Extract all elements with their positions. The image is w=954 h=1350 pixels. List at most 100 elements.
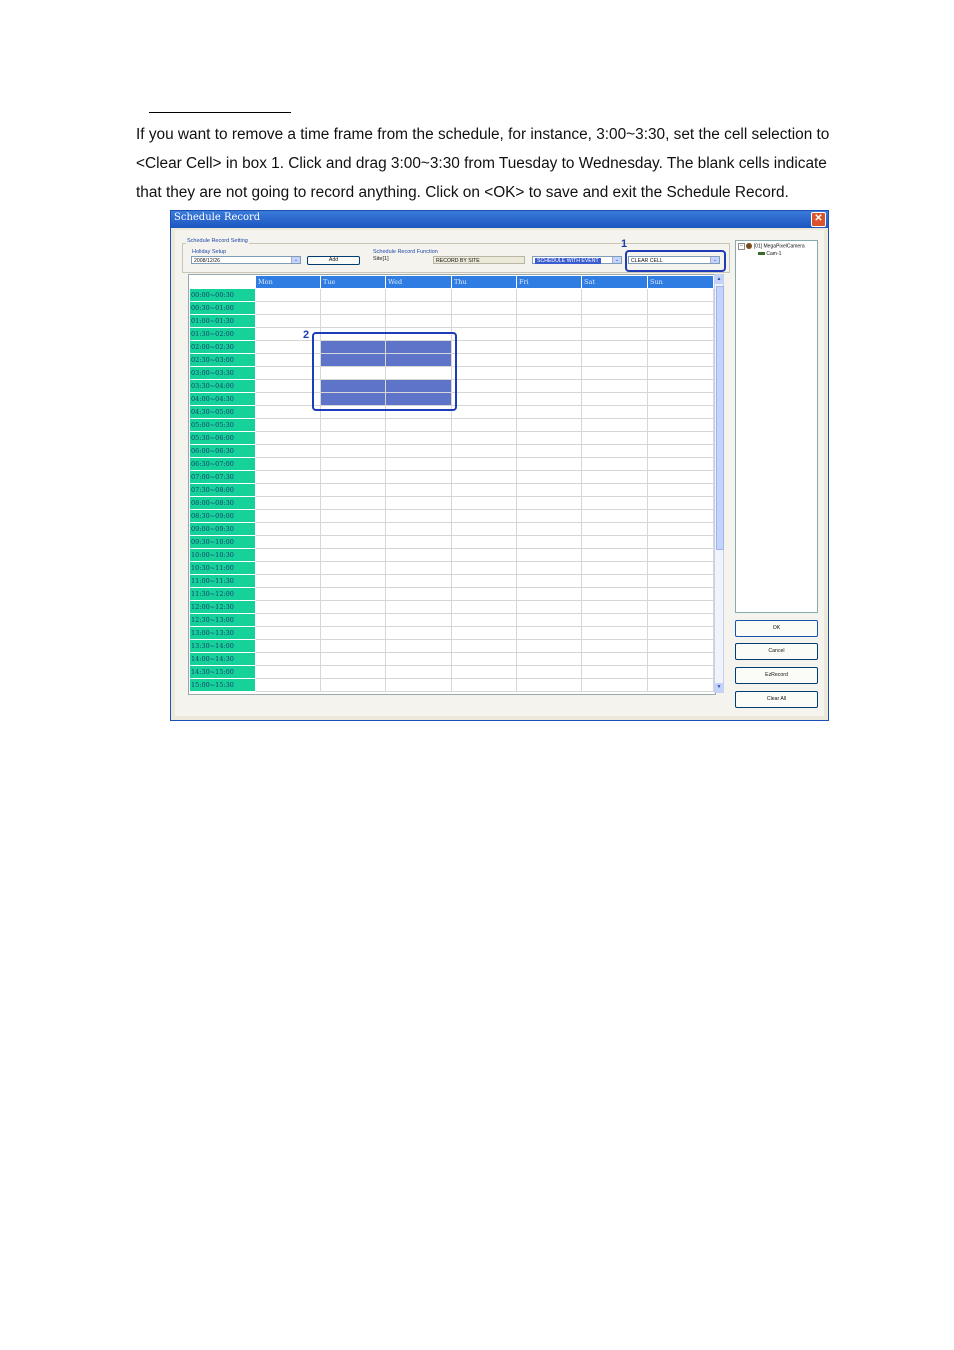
schedule-cell[interactable] bbox=[581, 639, 648, 653]
schedule-cell[interactable] bbox=[581, 366, 648, 380]
schedule-cell[interactable] bbox=[451, 665, 517, 679]
time-slot-label[interactable]: 14:30~15:00 bbox=[189, 665, 256, 679]
schedule-cell[interactable] bbox=[320, 561, 386, 575]
time-slot-label[interactable]: 05:00~05:30 bbox=[189, 418, 256, 432]
time-slot-label[interactable]: 11:00~11:30 bbox=[189, 574, 256, 588]
schedule-cell[interactable] bbox=[451, 678, 517, 692]
schedule-cell[interactable] bbox=[516, 457, 582, 471]
schedule-cell[interactable] bbox=[320, 418, 386, 432]
schedule-cell[interactable] bbox=[516, 678, 582, 692]
schedule-cell[interactable] bbox=[451, 600, 517, 614]
schedule-cell[interactable] bbox=[647, 652, 714, 666]
schedule-cell[interactable] bbox=[255, 340, 321, 354]
schedule-cell[interactable] bbox=[647, 600, 714, 614]
schedule-cell[interactable] bbox=[320, 509, 386, 523]
day-header[interactable]: Sat bbox=[581, 275, 648, 289]
schedule-cell[interactable] bbox=[385, 301, 452, 315]
time-slot-label[interactable]: 09:30~10:00 bbox=[189, 535, 256, 549]
ezrecord-button[interactable]: EzRecord bbox=[735, 667, 818, 684]
schedule-cell[interactable] bbox=[516, 301, 582, 315]
schedule-cell[interactable] bbox=[516, 353, 582, 367]
time-slot-label[interactable]: 09:00~09:30 bbox=[189, 522, 256, 536]
schedule-cell[interactable] bbox=[516, 522, 582, 536]
schedule-cell[interactable] bbox=[516, 574, 582, 588]
time-slot-label[interactable]: 05:30~06:00 bbox=[189, 431, 256, 445]
schedule-cell[interactable] bbox=[255, 405, 321, 419]
schedule-cell[interactable] bbox=[385, 288, 452, 302]
schedule-cell[interactable] bbox=[320, 496, 386, 510]
schedule-cell[interactable] bbox=[516, 548, 582, 562]
schedule-cell[interactable] bbox=[385, 522, 452, 536]
schedule-cell[interactable] bbox=[451, 483, 517, 497]
schedule-cell[interactable] bbox=[516, 587, 582, 601]
schedule-cell[interactable] bbox=[255, 470, 321, 484]
schedule-cell[interactable] bbox=[451, 431, 517, 445]
schedule-cell[interactable] bbox=[320, 678, 386, 692]
schedule-cell[interactable] bbox=[385, 470, 452, 484]
schedule-cell[interactable] bbox=[516, 392, 582, 406]
schedule-cell[interactable] bbox=[255, 548, 321, 562]
close-button[interactable]: ✕ bbox=[811, 212, 826, 227]
schedule-cell[interactable] bbox=[647, 327, 714, 341]
schedule-cell[interactable] bbox=[320, 548, 386, 562]
schedule-cell[interactable] bbox=[320, 522, 386, 536]
schedule-cell[interactable] bbox=[255, 327, 321, 341]
schedule-cell[interactable] bbox=[581, 405, 648, 419]
schedule-cell[interactable] bbox=[581, 483, 648, 497]
schedule-cell[interactable] bbox=[581, 509, 648, 523]
schedule-cell[interactable] bbox=[385, 496, 452, 510]
schedule-cell[interactable] bbox=[320, 639, 386, 653]
schedule-cell[interactable] bbox=[647, 574, 714, 588]
chevron-down-icon[interactable]: ⌄ bbox=[612, 257, 621, 263]
schedule-cell[interactable] bbox=[451, 444, 517, 458]
schedule-cell[interactable] bbox=[385, 431, 452, 445]
schedule-cell[interactable] bbox=[320, 626, 386, 640]
schedule-cell[interactable] bbox=[255, 613, 321, 627]
schedule-cell[interactable] bbox=[581, 444, 648, 458]
schedule-cell[interactable] bbox=[320, 587, 386, 601]
schedule-cell[interactable] bbox=[255, 418, 321, 432]
schedule-cell[interactable] bbox=[255, 392, 321, 406]
schedule-cell[interactable] bbox=[320, 288, 386, 302]
time-slot-label[interactable]: 01:30~02:00 bbox=[189, 327, 256, 341]
schedule-cell[interactable] bbox=[255, 457, 321, 471]
schedule-cell[interactable] bbox=[255, 678, 321, 692]
schedule-cell[interactable] bbox=[385, 535, 452, 549]
schedule-cell[interactable] bbox=[451, 613, 517, 627]
time-slot-label[interactable]: 06:30~07:00 bbox=[189, 457, 256, 471]
time-slot-label[interactable]: 10:00~10:30 bbox=[189, 548, 256, 562]
schedule-cell[interactable] bbox=[320, 600, 386, 614]
day-header[interactable]: Wed bbox=[385, 275, 452, 289]
tree-root[interactable]: − [01] MegaPixelCamera bbox=[738, 243, 805, 251]
schedule-cell[interactable] bbox=[647, 639, 714, 653]
time-slot-label[interactable]: 01:00~01:30 bbox=[189, 314, 256, 328]
cancel-button[interactable]: Cancel bbox=[735, 643, 818, 660]
schedule-cell[interactable] bbox=[255, 301, 321, 315]
schedule-cell[interactable] bbox=[255, 561, 321, 575]
schedule-cell[interactable] bbox=[255, 444, 321, 458]
tree-child[interactable]: Cam-1 bbox=[758, 251, 781, 257]
schedule-cell[interactable] bbox=[385, 418, 452, 432]
schedule-cell[interactable] bbox=[385, 613, 452, 627]
schedule-cell[interactable] bbox=[581, 665, 648, 679]
schedule-cell[interactable] bbox=[385, 509, 452, 523]
schedule-cell[interactable] bbox=[320, 613, 386, 627]
time-slot-label[interactable]: 14:00~14:30 bbox=[189, 652, 256, 666]
schedule-cell[interactable] bbox=[581, 314, 648, 328]
schedule-cell[interactable] bbox=[647, 678, 714, 692]
schedule-cell[interactable] bbox=[516, 340, 582, 354]
time-slot-label[interactable]: 03:00~03:30 bbox=[189, 366, 256, 380]
schedule-cell[interactable] bbox=[451, 652, 517, 666]
time-slot-label[interactable]: 00:00~00:30 bbox=[189, 288, 256, 302]
schedule-cell[interactable] bbox=[516, 418, 582, 432]
holiday-date-select[interactable]: 2008/12/26 ⌄ bbox=[191, 256, 301, 264]
chevron-down-icon[interactable]: ⌄ bbox=[291, 257, 300, 263]
schedule-cell[interactable] bbox=[385, 600, 452, 614]
schedule-cell[interactable] bbox=[320, 457, 386, 471]
schedule-cell[interactable] bbox=[581, 626, 648, 640]
schedule-cell[interactable] bbox=[320, 652, 386, 666]
schedule-cell[interactable] bbox=[385, 665, 452, 679]
schedule-cell[interactable] bbox=[516, 613, 582, 627]
schedule-cell[interactable] bbox=[516, 496, 582, 510]
schedule-cell[interactable] bbox=[255, 431, 321, 445]
